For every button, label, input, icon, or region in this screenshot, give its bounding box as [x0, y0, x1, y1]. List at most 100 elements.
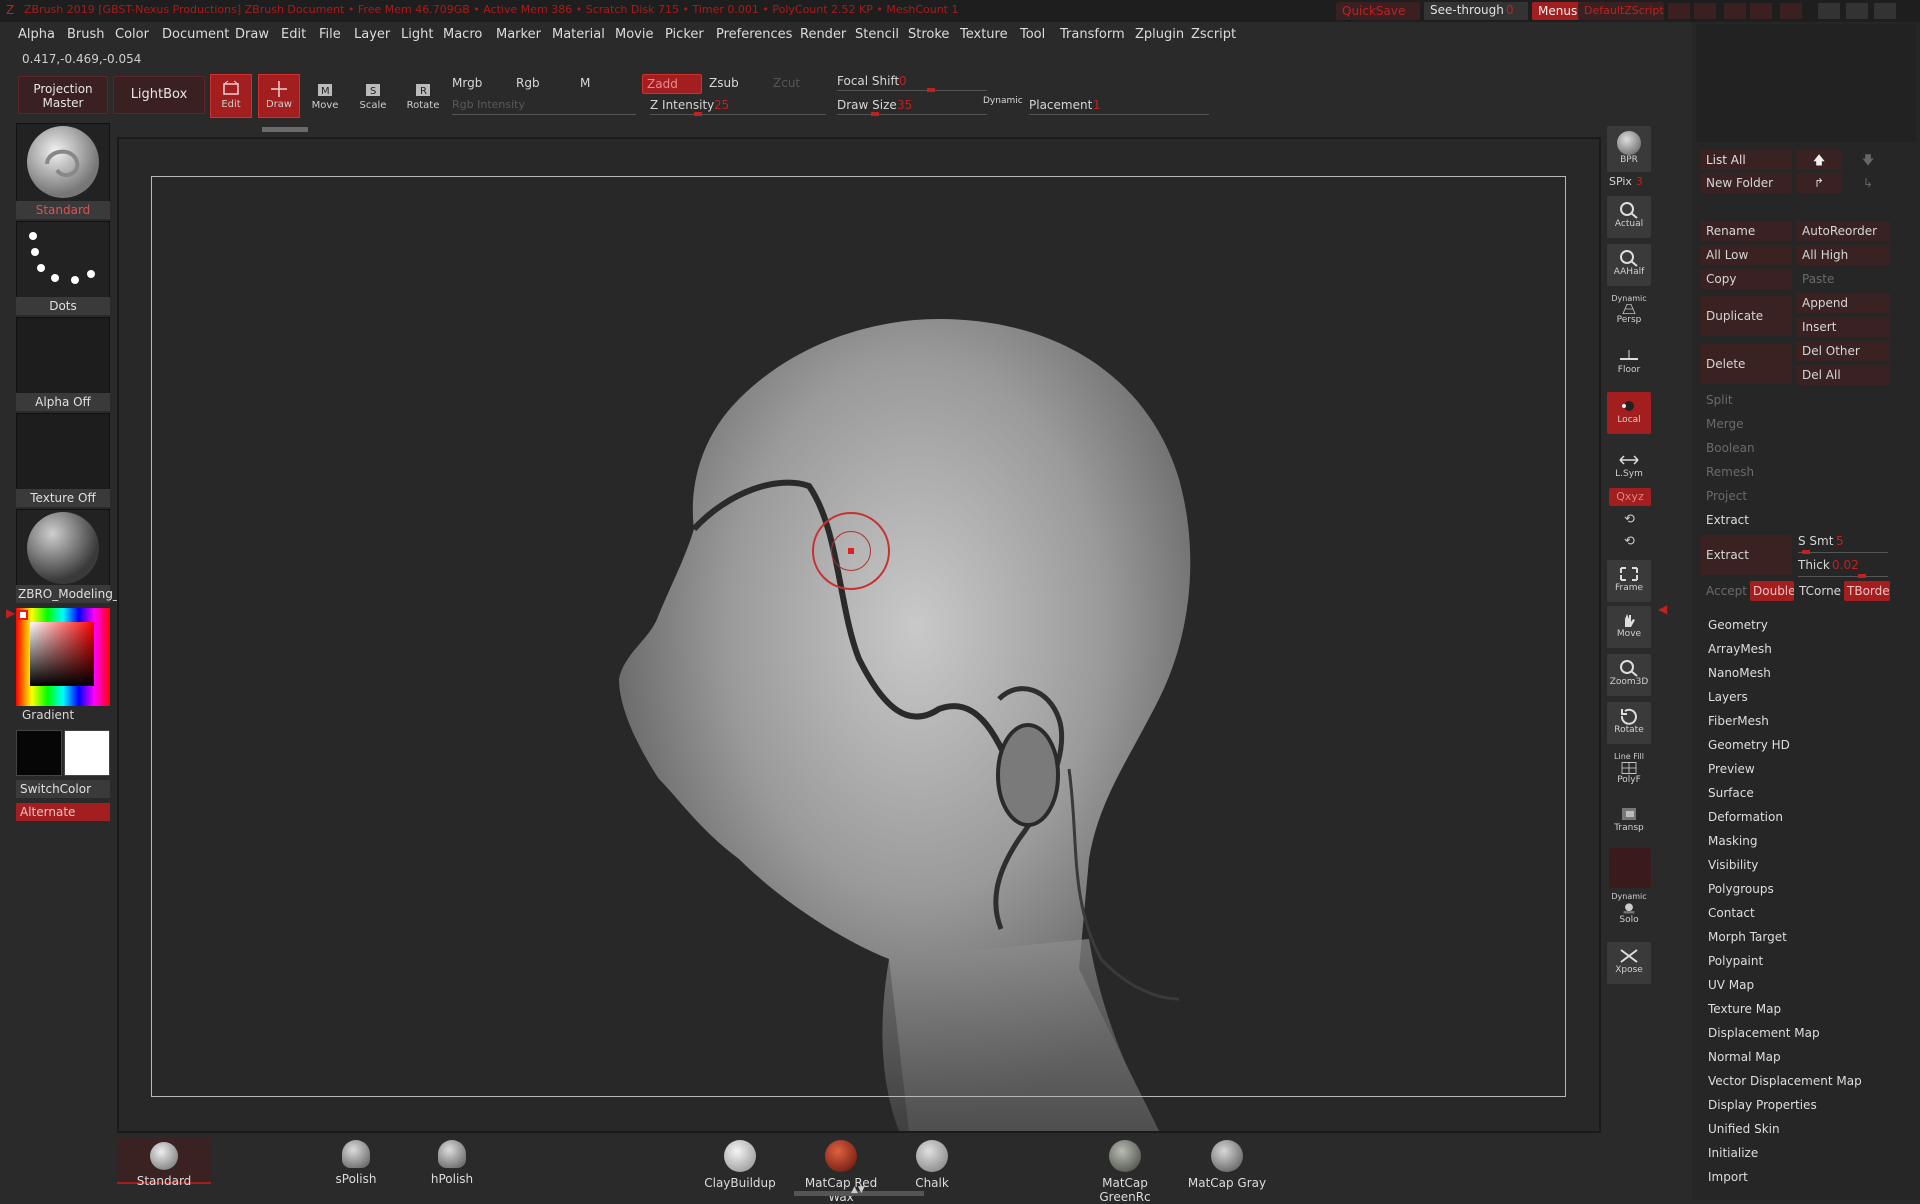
menu-uv-map[interactable]: UV Map	[1708, 978, 1754, 992]
menu-unified-skin[interactable]: Unified Skin	[1708, 1122, 1780, 1136]
bpr-button[interactable]: BPR	[1607, 126, 1651, 172]
menu-vector-displacement-map[interactable]: Vector Displacement Map	[1708, 1074, 1862, 1088]
move-up-button[interactable]: 🡅	[1796, 150, 1842, 170]
texture-label[interactable]: Texture Off	[16, 489, 110, 507]
solo-button[interactable]: Dynamic Solo	[1607, 890, 1651, 932]
local-button[interactable]: Local	[1607, 392, 1651, 434]
xpose-button[interactable]: Xpose	[1607, 942, 1651, 984]
menu-texture-map[interactable]: Texture Map	[1708, 1002, 1781, 1016]
material-chalk-button[interactable]: Chalk	[892, 1140, 972, 1190]
zadd-button[interactable]: Zadd	[642, 74, 702, 94]
zoom3d-button[interactable]: Zoom3D	[1607, 654, 1651, 696]
cloud-icon[interactable]	[1780, 3, 1802, 19]
menu-fibermesh[interactable]: FiberMesh	[1708, 714, 1769, 728]
extract-menu-header[interactable]: Extract	[1700, 510, 1890, 530]
new-folder-button[interactable]: New Folder	[1700, 173, 1792, 193]
project-menu[interactable]: Project	[1700, 486, 1890, 506]
menu-surface[interactable]: Surface	[1708, 786, 1754, 800]
alpha-label[interactable]: Alpha Off	[16, 393, 110, 411]
subtool-list-preview[interactable]	[1696, 24, 1916, 142]
aahalf-button[interactable]: AAHalf	[1607, 244, 1651, 286]
menu-macro[interactable]: Macro	[443, 27, 482, 42]
zsub-button[interactable]: Zsub	[709, 76, 739, 90]
switchcolor-button[interactable]: SwitchColor	[16, 780, 110, 798]
rotate-view-button[interactable]: Rotate	[1607, 702, 1651, 744]
menu-picker[interactable]: Picker	[665, 27, 704, 42]
default-zscript-button[interactable]: DefaultZScript	[1578, 2, 1664, 20]
remesh-menu[interactable]: Remesh	[1700, 462, 1890, 482]
menu-visibility[interactable]: Visibility	[1708, 858, 1758, 872]
material-gray-button[interactable]: MatCap Gray	[1179, 1140, 1275, 1190]
menu-light[interactable]: Light	[401, 27, 433, 42]
append-button[interactable]: Append	[1796, 293, 1890, 313]
projection-master-button[interactable]: Projection Master	[18, 76, 108, 114]
main-color-swatch[interactable]	[64, 730, 110, 776]
minimize-icon[interactable]	[1818, 3, 1840, 19]
rgb-intensity-slider[interactable]: Rgb Intensity	[452, 98, 525, 111]
extract-button[interactable]: Extract	[1700, 535, 1792, 575]
stroke-thumbnail[interactable]	[16, 221, 110, 301]
scale-button[interactable]: S Scale	[352, 76, 394, 120]
menu-texture[interactable]: Texture	[960, 27, 1008, 42]
s-smt-slider[interactable]: S Smt 5	[1796, 534, 1890, 554]
quicksave-button[interactable]: QuickSave	[1336, 2, 1420, 20]
menu-masking[interactable]: Masking	[1708, 834, 1757, 848]
menu-arraymesh[interactable]: ArrayMesh	[1708, 642, 1772, 656]
transp-button[interactable]: Transp	[1607, 800, 1651, 842]
rgb-button[interactable]: Rgb	[516, 76, 540, 90]
folder-down-button[interactable]: ↳	[1846, 173, 1890, 193]
menu-deformation[interactable]: Deformation	[1708, 810, 1783, 824]
stroke-label[interactable]: Dots	[16, 297, 110, 315]
all-high-button[interactable]: All High	[1796, 245, 1890, 265]
secondary-color-swatch[interactable]	[16, 730, 62, 776]
split-menu[interactable]: Split	[1700, 390, 1890, 410]
dynamic-button[interactable]: Dynamic	[983, 96, 1023, 106]
layout-icon[interactable]	[1694, 3, 1716, 19]
lsym-button[interactable]: L.Sym	[1607, 446, 1651, 488]
material-thumbnail[interactable]	[16, 509, 110, 589]
copy-button[interactable]: Copy	[1700, 269, 1792, 289]
bottom-shelf-scroll-handle[interactable]: ▲▼	[794, 1185, 924, 1196]
double-toggle[interactable]: Double	[1750, 581, 1794, 601]
lightbox-button[interactable]: LightBox	[113, 76, 205, 114]
rotate-button[interactable]: R Rotate	[402, 76, 444, 120]
material-label[interactable]: ZBRO_Modeling_	[16, 585, 119, 603]
floor-button[interactable]: Floor	[1607, 342, 1651, 384]
menu-zplugin[interactable]: Zplugin	[1135, 27, 1184, 42]
menu-marker[interactable]: Marker	[496, 27, 541, 42]
menu-alpha[interactable]: Alpha	[18, 27, 55, 42]
brush-hpolish-button[interactable]: hPolish	[412, 1140, 492, 1186]
menu-normal-map[interactable]: Normal Map	[1708, 1050, 1781, 1064]
toolbar-scroll-handle[interactable]	[262, 127, 308, 132]
xyz-button[interactable]: Qxyz	[1609, 488, 1651, 506]
move-down-button[interactable]: 🡇	[1846, 150, 1890, 170]
gradient-label[interactable]: Gradient	[22, 708, 74, 722]
menus-button[interactable]: Menus	[1532, 2, 1584, 20]
tborde-toggle[interactable]: TBorde	[1844, 581, 1890, 601]
edit-button[interactable]: Edit	[210, 74, 252, 118]
menu-render[interactable]: Render	[800, 27, 846, 42]
color-picker-square[interactable]	[30, 622, 94, 686]
menu-display-properties[interactable]: Display Properties	[1708, 1098, 1817, 1112]
accept-button[interactable]: Accept	[1700, 581, 1750, 601]
move-button[interactable]: M Move	[304, 76, 346, 120]
maximize-icon[interactable]	[1846, 3, 1868, 19]
alpha-thumbnail[interactable]	[16, 317, 110, 397]
rotate-z-icon[interactable]: ⟲	[1624, 534, 1635, 549]
close-icon[interactable]	[1874, 3, 1896, 19]
thick-slider[interactable]: Thick 0.02	[1796, 558, 1890, 578]
rotate-y-icon[interactable]: ⟲	[1624, 512, 1635, 527]
brush-thumbnail[interactable]	[16, 123, 110, 203]
tcorne-toggle[interactable]: TCorne	[1796, 581, 1842, 601]
menu-preferences[interactable]: Preferences	[716, 27, 792, 42]
menu-geometry-hd[interactable]: Geometry HD	[1708, 738, 1790, 752]
persp-button[interactable]: Dynamic Persp	[1607, 292, 1651, 334]
menu-preview[interactable]: Preview	[1708, 762, 1755, 776]
spix-slider[interactable]: SPix 3	[1609, 174, 1653, 190]
del-other-button[interactable]: Del Other	[1796, 341, 1890, 361]
texture-thumbnail[interactable]	[16, 413, 110, 493]
ghost-button[interactable]	[1609, 848, 1651, 888]
folder-up-button[interactable]: ↱	[1796, 173, 1842, 193]
collapse-right-shelf-icon[interactable]: ◀	[1658, 602, 1667, 616]
menu-stencil[interactable]: Stencil	[855, 27, 899, 42]
